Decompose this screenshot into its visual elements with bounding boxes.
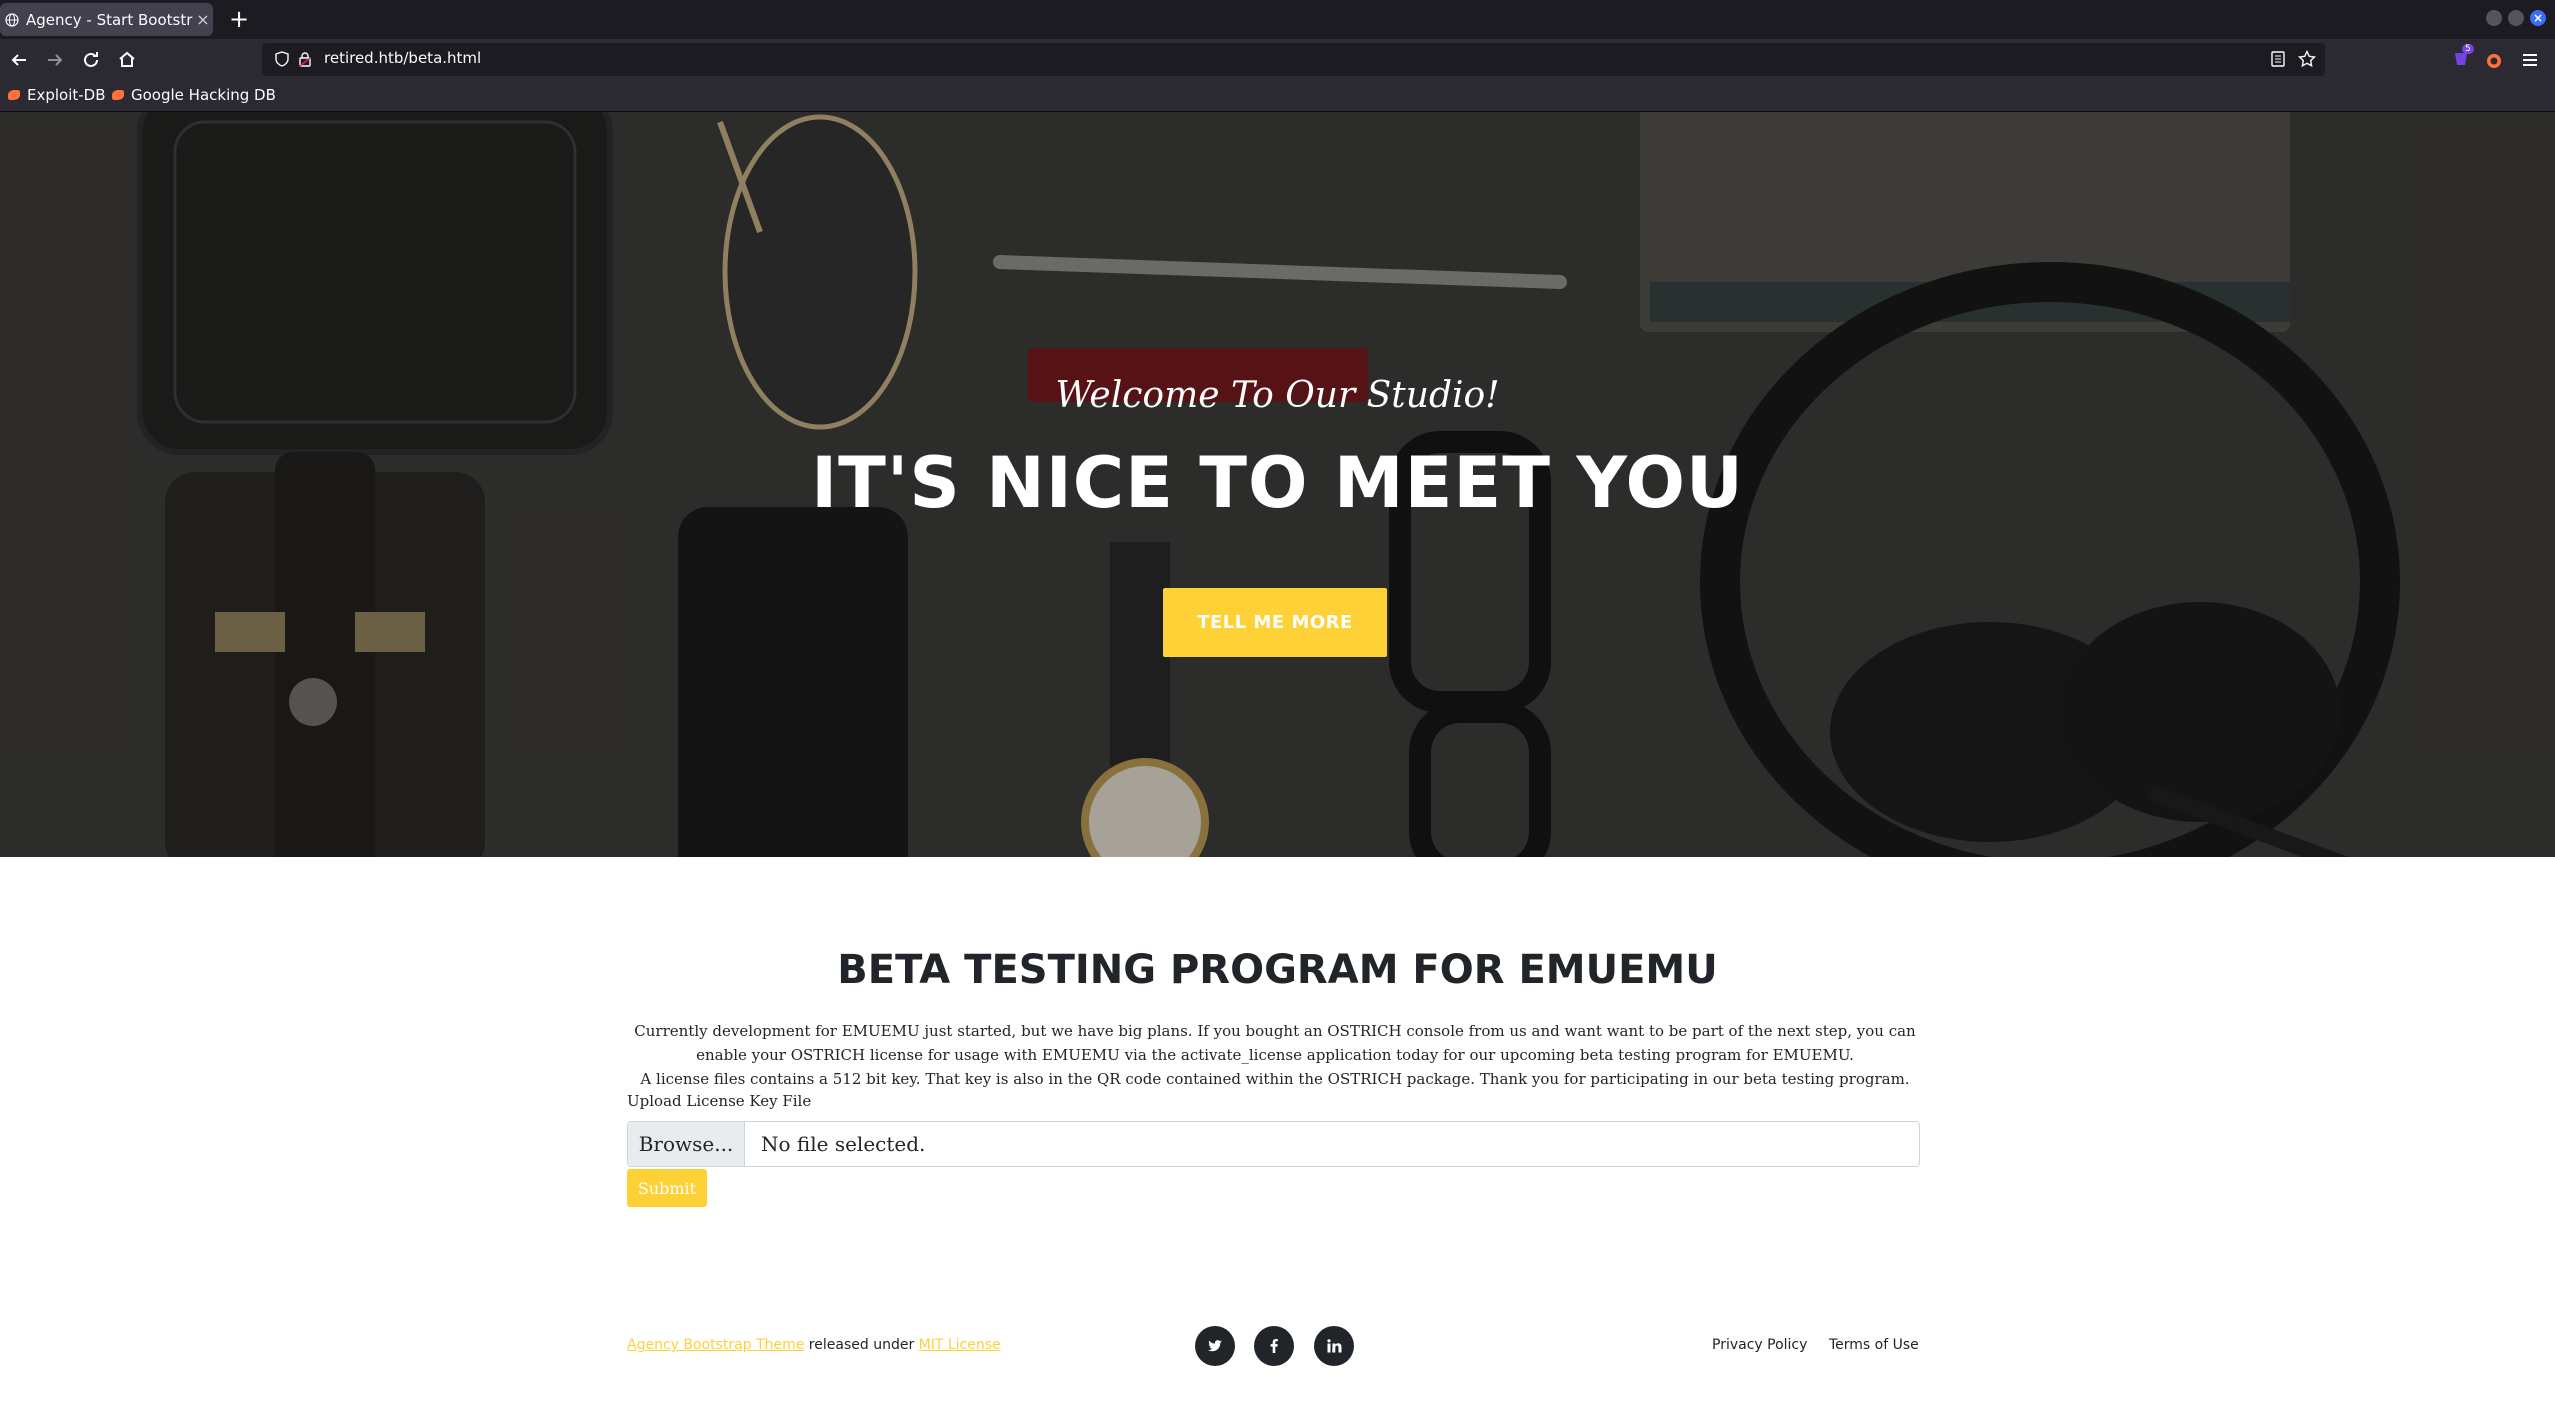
description-line: enable your OSTRICH license for usage wi… [696, 1046, 1854, 1064]
linkedin-button[interactable] [1314, 1326, 1354, 1366]
released-text: released under [804, 1337, 919, 1353]
reader-view-icon[interactable] [2270, 51, 2286, 67]
minimize-button[interactable] [2486, 10, 2502, 26]
linkedin-icon [1327, 1339, 1342, 1353]
back-arrow-icon[interactable] [7, 48, 31, 72]
browser-tab[interactable]: Agency - Start Bootstrap × [0, 3, 213, 36]
footer-credits: Agency Bootstrap Theme released under MI… [627, 1337, 1001, 1353]
bookmark-favicon-icon [8, 90, 20, 100]
tab-title: Agency - Start Bootstrap [26, 10, 193, 29]
description-line: A license files contains a 512 bit key. … [640, 1070, 1910, 1088]
terms-of-use-link[interactable]: Terms of Use [1829, 1337, 1919, 1353]
hamburger-menu-icon[interactable] [2520, 50, 2540, 70]
firefox-account-icon[interactable] [2484, 50, 2504, 70]
address-bar[interactable]: retired.htb/beta.html [262, 43, 2325, 76]
hero-subheading: Welcome To Our Studio! [1055, 375, 1500, 416]
bookmark-google-hacking-db[interactable]: Google Hacking DB [112, 86, 276, 104]
hero-section: Welcome To Our Studio! IT'S NICE TO MEET… [0, 112, 2555, 857]
browser-tab-bar: Agency - Start Bootstrap × + × [0, 0, 2555, 39]
facebook-button[interactable] [1254, 1326, 1294, 1366]
extension-button[interactable]: 5 [2451, 44, 2474, 69]
window-close-button[interactable]: × [2530, 10, 2546, 26]
tab-close-icon[interactable]: × [193, 10, 213, 29]
shield-icon[interactable] [274, 51, 290, 67]
upload-label: Upload License Key File [627, 1092, 812, 1110]
browse-button[interactable]: Browse... [628, 1122, 745, 1166]
globe-icon [5, 12, 19, 27]
section-title: BETA TESTING PROGRAM FOR EMUEMU [837, 947, 1718, 993]
license-link[interactable]: MIT License [919, 1337, 1001, 1353]
description-line: Currently development for EMUEMU just st… [634, 1022, 1916, 1040]
tell-me-more-button[interactable]: TELL ME MORE [1163, 588, 1387, 657]
browser-nav-bar: retired.htb/beta.html 5 [0, 39, 2555, 81]
section-description: Currently development for EMUEMU just st… [620, 1019, 1930, 1091]
home-icon[interactable] [115, 48, 139, 72]
reload-icon[interactable] [79, 48, 103, 72]
bookmark-label: Google Hacking DB [131, 86, 276, 104]
theme-link[interactable]: Agency Bootstrap Theme [627, 1337, 804, 1353]
submit-button[interactable]: Submit [627, 1169, 707, 1207]
file-status-text: No file selected. [761, 1132, 926, 1156]
twitter-button[interactable] [1195, 1326, 1235, 1366]
bookmark-label: Exploit-DB [27, 86, 106, 104]
url-text[interactable]: retired.htb/beta.html [324, 49, 481, 67]
bookmark-exploit-db[interactable]: Exploit-DB [8, 86, 106, 104]
hero-heading: IT'S NICE TO MEET YOU [811, 442, 1744, 524]
bookmark-favicon-icon [112, 90, 124, 100]
bookmarks-toolbar: Exploit-DB Google Hacking DB [0, 81, 2555, 112]
lock-icon[interactable] [298, 51, 312, 67]
extension-badge: 5 [2462, 44, 2474, 54]
maximize-button[interactable] [2508, 10, 2524, 26]
twitter-icon [1208, 1340, 1222, 1352]
bookmark-star-icon[interactable] [2298, 50, 2316, 68]
facebook-icon [1270, 1339, 1278, 1353]
license-file-input[interactable]: Browse... No file selected. [627, 1121, 1920, 1167]
privacy-policy-link[interactable]: Privacy Policy [1712, 1337, 1807, 1353]
forward-arrow-icon[interactable] [43, 48, 67, 72]
new-tab-button[interactable]: + [229, 5, 249, 33]
